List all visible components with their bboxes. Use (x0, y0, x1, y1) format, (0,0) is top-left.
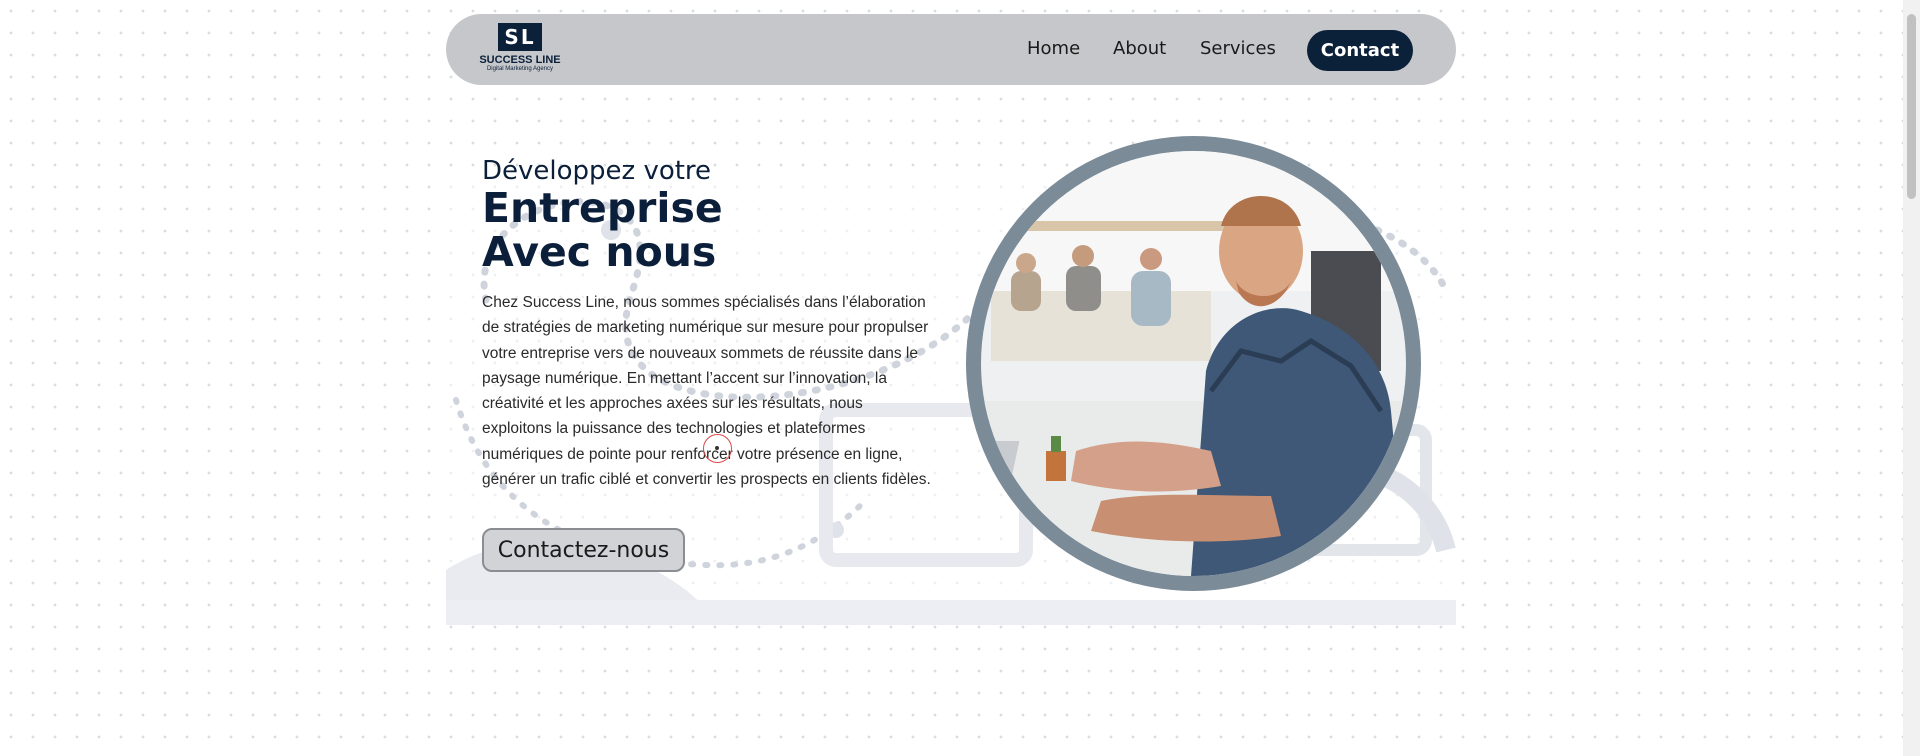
page-scrollbar[interactable] (1903, 0, 1920, 756)
mouse-cursor-indicator (703, 434, 732, 463)
top-navbar (446, 14, 1456, 85)
logo-name: SUCCESS LINE (479, 54, 561, 66)
logo-mark: SL (498, 23, 542, 51)
hero-subtitle: Développez votre (482, 156, 712, 186)
hero-title: Entreprise Avec nous (482, 186, 723, 274)
hero-title-line-2: Avec nous (482, 228, 717, 276)
office-photo-image (981, 151, 1406, 576)
hero-title-line-1: Entreprise (482, 184, 723, 232)
nav-contact-button[interactable]: Contact (1307, 30, 1413, 71)
scrollbar-thumb[interactable] (1907, 14, 1916, 199)
logo-tagline: Digital Marketing Agency (486, 66, 554, 72)
nav-link-services[interactable]: Services (1200, 38, 1276, 59)
brand-logo[interactable]: SL SUCCESS LINE Digital Marketing Agency (478, 23, 562, 79)
nav-link-about[interactable]: About (1113, 38, 1166, 59)
contact-us-button[interactable]: Contactez-nous (482, 528, 685, 572)
hero-photo (981, 151, 1406, 576)
nav-link-home[interactable]: Home (1027, 38, 1080, 59)
hero-description: Chez Success Line, nous sommes spécialis… (482, 294, 931, 489)
